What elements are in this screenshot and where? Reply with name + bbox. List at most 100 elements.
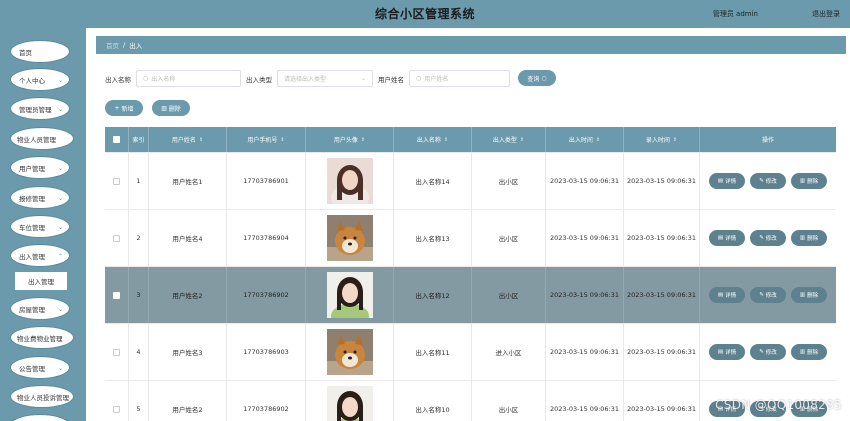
cell-access-time: 2023-03-15 09:06:31 [546, 324, 624, 380]
chevron-down-icon: ⌄ [57, 365, 63, 372]
row-checkbox-cell[interactable] [105, 267, 129, 323]
sort-icon[interactable]: ⇕ [280, 137, 284, 143]
header-access-time[interactable]: 出入时间 ⇕ [546, 127, 624, 152]
cell-index: 2 [129, 210, 149, 266]
cell-access-type: 出小区 [472, 267, 546, 323]
add-button[interactable]: + 新增 [105, 100, 143, 116]
table-row[interactable]: 4 用户姓名3 17703786903 出入名称11 进入小区 2023-03-… [105, 324, 836, 381]
edit-button[interactable]: ✎ 修改 [750, 230, 786, 246]
select-all-checkbox[interactable] [113, 136, 120, 143]
sidebar-item-parking[interactable]: 车位管理 ⌄ [10, 215, 70, 238]
sort-icon[interactable]: ⇕ [199, 137, 203, 143]
select-all-checkbox-cell[interactable] [105, 127, 129, 152]
sort-icon[interactable]: ⇕ [361, 137, 365, 143]
cell-avatar [306, 267, 394, 323]
edit-button[interactable]: ✎ 修改 [750, 287, 786, 303]
row-checkbox-cell[interactable] [105, 324, 129, 380]
detail-button[interactable]: ▤ 详情 [709, 230, 745, 246]
row-checkbox[interactable] [113, 405, 120, 413]
chevron-down-icon: ⌄ [57, 165, 63, 172]
type-placeholder: 请选择出入类型 [284, 76, 327, 83]
header-access-type[interactable]: 出入类型 ⇕ [472, 127, 546, 152]
detail-button[interactable]: ▤ 详情 [709, 344, 745, 360]
document-icon: ▤ [717, 235, 724, 241]
row-checkbox[interactable] [113, 234, 120, 242]
row-checkbox[interactable] [113, 291, 120, 299]
row-checkbox[interactable] [113, 348, 120, 356]
top-header: 综合小区管理系统 管理员 admin 退出登录 [0, 0, 850, 28]
chevron-down-icon: ⌄ [57, 106, 63, 113]
sidebar-item-property-fee[interactable]: 物业费物业管理 [10, 326, 74, 349]
table-row[interactable]: 2 用户姓名4 17703786904 出入名称13 出小区 2023-03-1… [105, 210, 836, 267]
search-icon: ○ [541, 74, 547, 82]
row-checkbox-cell[interactable] [105, 153, 129, 209]
header-created-time[interactable]: 录入时间 ⇕ [624, 127, 700, 152]
sidebar-item-property-staff[interactable]: 物业人员管理 [10, 127, 74, 150]
name-label: 出入名称 [105, 76, 131, 84]
cell-avatar [306, 381, 394, 421]
header-user-name[interactable]: 用户姓名 ⇕ [149, 127, 227, 152]
trash-icon: ▥ [799, 349, 806, 355]
sort-icon[interactable]: ⇕ [673, 137, 677, 143]
detail-button[interactable]: ▤ 详情 [709, 173, 745, 189]
edit-button[interactable]: ✎ 修改 [750, 173, 786, 189]
delete-button[interactable]: ▥ 删除 [791, 230, 827, 246]
sidebar-item-label: 物业人员管理 [17, 135, 56, 144]
sidebar-subitem-access[interactable]: 出入管理 [15, 272, 67, 290]
sidebar-item-complaints[interactable]: 物业人员投诉管理 [10, 385, 74, 408]
row-checkbox-cell[interactable] [105, 210, 129, 266]
table-row-selected[interactable]: 3 用户姓名2 17703786902 出入名称12 出小区 2023-03-1… [105, 267, 836, 324]
header-access-name[interactable]: 出入名称 ⇕ [394, 127, 472, 152]
delete-button[interactable]: ▥ 删除 [791, 287, 827, 303]
edit-button[interactable]: ✎ 修改 [750, 344, 786, 360]
admin-user: 管理员 admin [712, 10, 758, 18]
logout-link[interactable]: 退出登录 [812, 9, 840, 19]
header-avatar[interactable]: 用户头像 ⇕ [306, 127, 394, 152]
cell-actions: ▤ 详情 ✎ 修改 ▥ 删除 [700, 267, 836, 323]
sidebar-item-users[interactable]: 用户管理 ⌄ [10, 156, 70, 179]
sidebar-item-houses[interactable]: 房屋管理 ⌄ [10, 297, 70, 320]
avatar[interactable] [326, 386, 373, 421]
user-search-input[interactable]: ○ 用户姓名 [409, 70, 510, 87]
delete-button[interactable]: ▥ 删除 [791, 173, 827, 189]
cell-actions: ▤ 详情 ✎ 修改 ▥ 删除 [700, 153, 836, 209]
user-placeholder: 用户姓名 [424, 76, 449, 83]
trash-icon: ▥ [799, 178, 806, 184]
table-row[interactable]: 1 用户姓名1 17703786901 出入名称14 出小区 2023-03-1… [105, 153, 836, 210]
avatar[interactable] [326, 329, 373, 375]
cell-user-name: 用户姓名4 [149, 210, 227, 266]
query-button[interactable]: 查询 ○ [518, 70, 556, 86]
breadcrumb-home[interactable]: 首页 [106, 40, 119, 50]
sort-icon[interactable]: ⇕ [520, 137, 524, 143]
batch-delete-button[interactable]: ▥ 删除 [152, 100, 190, 116]
sort-icon[interactable]: ⇕ [444, 137, 448, 143]
type-select[interactable]: 请选择出入类型 ⌄ [277, 70, 373, 87]
sidebar-item-home[interactable]: 首页 [10, 40, 70, 63]
cell-access-type: 出小区 [472, 381, 546, 421]
sort-icon[interactable]: ⇕ [596, 137, 600, 143]
row-checkbox[interactable] [113, 177, 120, 185]
document-icon: ▤ [717, 178, 724, 184]
name-search-input[interactable]: ○ 出入名称 [136, 70, 241, 87]
delete-button[interactable]: ▥ 删除 [791, 344, 827, 360]
chevron-down-icon: ⌄ [360, 75, 366, 82]
sidebar-item-repair[interactable]: 报修管理 ⌄ [10, 186, 70, 209]
avatar[interactable] [326, 215, 373, 261]
chevron-up-icon: ⌃ [57, 253, 63, 260]
cell-avatar [306, 210, 394, 266]
trash-icon: ▥ [161, 104, 167, 112]
sidebar-item-label: 出入管理 [28, 278, 54, 286]
sidebar-item-access[interactable]: 出入管理 ⌃ [10, 244, 70, 267]
sidebar-item-admin[interactable]: 管理员管理 ⌄ [10, 97, 70, 120]
chevron-down-icon: ⌄ [57, 195, 63, 202]
avatar[interactable] [326, 158, 373, 204]
sidebar-item-more[interactable] [10, 414, 70, 421]
sidebar-item-notices[interactable]: 公告管理 ⌄ [10, 356, 70, 379]
cell-access-name: 出入名称11 [394, 324, 472, 380]
detail-button[interactable]: ▤ 详情 [709, 287, 745, 303]
cell-created-time: 2023-03-15 09:06:31 [624, 153, 700, 209]
sidebar-item-profile[interactable]: 个人中心 ⌄ [10, 68, 70, 91]
avatar[interactable] [326, 272, 373, 318]
row-checkbox-cell[interactable] [105, 381, 129, 421]
header-phone[interactable]: 用户手机号 ⇕ [227, 127, 306, 152]
